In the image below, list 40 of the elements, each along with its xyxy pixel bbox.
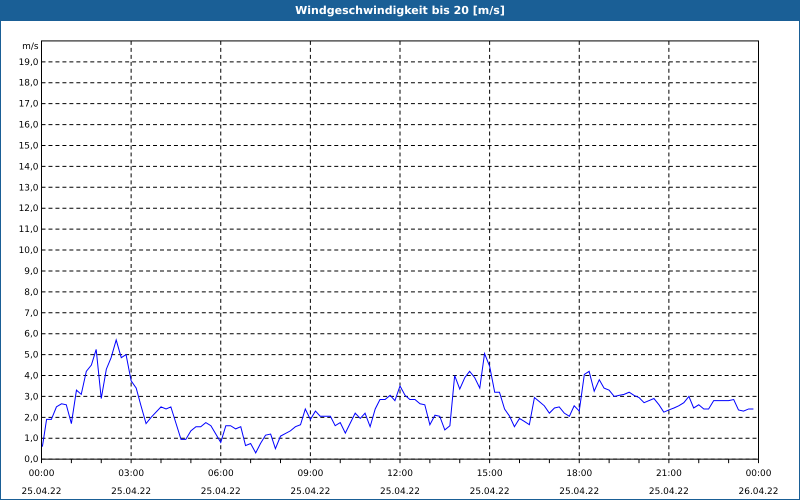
x-tick-date: 25.04.22 — [22, 487, 62, 498]
x-tick-time: 21:00 — [656, 469, 682, 480]
x-tick-time: 00:00 — [746, 469, 772, 480]
x-tick-date: 25.04.22 — [111, 487, 152, 498]
x-tick-time: 15:00 — [476, 469, 503, 480]
y-tick-label: 11,0 — [18, 225, 39, 236]
x-tick-time: 06:00 — [208, 469, 234, 480]
x-tick-time: 09:00 — [297, 469, 324, 480]
y-tick-label: 16,0 — [18, 120, 39, 131]
y-tick-label: 9,0 — [24, 266, 39, 277]
x-tick-time: 18:00 — [566, 469, 592, 480]
y-tick-label: 3,0 — [24, 392, 39, 402]
y-axis-unit: m/s — [22, 42, 39, 52]
x-tick-date: 25.04.22 — [559, 487, 600, 498]
x-tick-date: 25.04.22 — [290, 487, 330, 498]
y-tick-label: 2,0 — [24, 413, 39, 424]
window-title: Windgeschwindigkeit bis 20 [m/s] — [295, 2, 505, 19]
y-tick-label: 17,0 — [18, 100, 39, 110]
x-tick-date: 25.04.22 — [648, 487, 689, 498]
x-tick-time: 03:00 — [118, 469, 144, 480]
y-tick-label: 8,0 — [24, 288, 39, 298]
x-tick-date: 25.04.22 — [380, 487, 420, 498]
y-tick-label: 12,0 — [18, 204, 39, 214]
y-tick-label: 10,0 — [18, 246, 39, 256]
y-tick-label: 4,0 — [24, 372, 39, 382]
x-tick-date: 25.04.22 — [470, 487, 510, 498]
y-tick-label: 18,0 — [18, 78, 39, 89]
y-tick-label: 15,0 — [18, 141, 39, 152]
x-tick-time: 12:00 — [387, 469, 413, 480]
y-tick-label: 0,0 — [24, 455, 39, 466]
y-tick-label: 19,0 — [18, 58, 39, 68]
y-tick-label: 6,0 — [24, 330, 39, 340]
y-tick-label: 7,0 — [24, 308, 39, 319]
x-tick-time: 00:00 — [28, 469, 54, 480]
y-tick-label: 13,0 — [18, 183, 39, 194]
x-tick-date: 25.04.22 — [200, 487, 241, 498]
y-tick-label: 5,0 — [24, 350, 39, 361]
y-tick-label: 14,0 — [18, 162, 39, 172]
y-tick-label: 1,0 — [24, 434, 39, 444]
x-tick-date: 26.04.22 — [738, 487, 778, 498]
